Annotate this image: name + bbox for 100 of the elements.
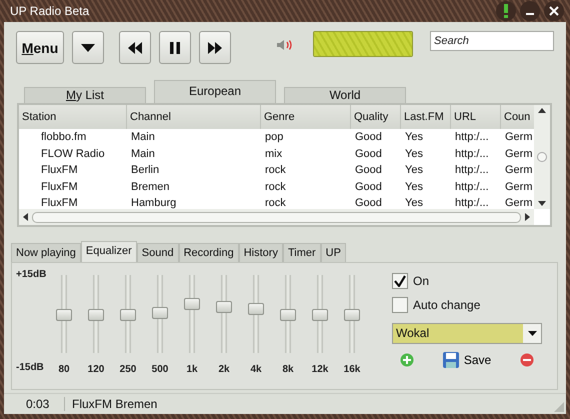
table-cell-text: pop	[264, 130, 284, 145]
list-tab[interactable]: World	[284, 87, 406, 103]
table-cell-text: FluxFM	[40, 180, 79, 194]
table-cell-text: Bremen	[130, 180, 171, 194]
slider-thumb[interactable]	[120, 309, 136, 321]
table-cell-text: rock	[264, 163, 287, 178]
table-cell-text: http:/...	[454, 163, 490, 178]
column-header[interactable]: Coun	[501, 105, 534, 129]
checkbox[interactable]	[392, 273, 408, 289]
table-cell-text: flobbo.fm	[40, 130, 88, 145]
panel-tab[interactable]: Equalizer	[80, 241, 137, 263]
menu-button[interactable]: Menu	[16, 31, 64, 64]
table-cell-text: http:/...	[454, 196, 490, 209]
rewind-button[interactable]	[119, 31, 151, 64]
pause-icon	[170, 42, 180, 54]
horizontal-scrollbar[interactable]	[19, 209, 534, 225]
table-cell-text: Good	[354, 130, 383, 145]
scale-label: -15dB	[16, 362, 45, 373]
remove-icon[interactable]	[520, 353, 534, 367]
slider-thumb[interactable]	[88, 309, 104, 321]
table-cell-text: FluxFM	[40, 196, 79, 209]
panel-tab[interactable]: Recording	[178, 243, 239, 262]
table-cell-text: rock	[264, 196, 287, 209]
window-title: UP Radio Beta	[10, 4, 90, 18]
table-cell-text: Germ	[504, 180, 534, 194]
scroll-left-icon	[23, 213, 28, 221]
caret-icon	[81, 44, 95, 52]
band-label: 80	[58, 364, 70, 375]
checkbox-label: Auto change	[413, 298, 480, 312]
band-label: 2k	[218, 364, 230, 375]
table-cell-text: rock	[264, 180, 287, 194]
slider-thumb[interactable]	[184, 298, 200, 310]
checkbox[interactable]	[392, 297, 408, 313]
column-header[interactable]: Last.FM	[401, 105, 451, 129]
table-cell-text: FLOW Radio	[40, 146, 106, 162]
caret-icon	[528, 331, 536, 336]
speaker-icon[interactable]	[277, 39, 293, 51]
table-cell-text: Good	[354, 146, 383, 162]
resize-grip-icon[interactable]	[554, 402, 564, 412]
panel-tab[interactable]: Sound	[136, 243, 179, 262]
table-cell-text: Germ	[504, 146, 534, 162]
table-cell-text: http:/...	[454, 180, 490, 194]
panel-tab[interactable]: Now playing	[11, 243, 81, 262]
panel-tab[interactable]: UP	[320, 243, 346, 262]
slider-thumb[interactable]	[312, 309, 328, 321]
table-cell-text: Berlin	[130, 163, 160, 178]
table-cell-text: Yes	[404, 196, 424, 209]
band-label: 16k	[344, 364, 360, 375]
table-cell-text: http:/...	[454, 146, 490, 162]
table-cell-text: Main	[130, 146, 156, 162]
panel-tab[interactable]: Timer	[282, 243, 321, 262]
status-icon[interactable]	[502, 4, 510, 18]
column-header[interactable]: Channel	[127, 105, 261, 129]
slider-thumb[interactable]	[344, 309, 360, 321]
scroll-down-icon	[538, 201, 546, 206]
table-cell-text: Yes	[404, 130, 424, 145]
rewind-icon	[128, 42, 142, 54]
column-header[interactable]: URL	[451, 105, 501, 129]
table-cell-text: Yes	[404, 180, 424, 194]
play-time: 0:03	[4, 397, 65, 411]
table-cell-text: Main	[130, 130, 156, 145]
slider-thumb[interactable]	[248, 302, 264, 315]
band-label: 120	[88, 364, 104, 375]
slider-thumb[interactable]	[56, 309, 72, 321]
slider-thumb[interactable]	[280, 309, 296, 321]
slider-thumb[interactable]	[152, 306, 168, 319]
current-station: FluxFM Bremen	[71, 397, 158, 411]
search-field[interactable]: Search	[430, 31, 554, 51]
save-button[interactable]: Save	[442, 352, 492, 368]
column-header[interactable]: Genre	[261, 105, 351, 129]
table-cell-text: Good	[354, 163, 383, 178]
add-icon[interactable]	[400, 353, 414, 367]
table-cell-text: Good	[354, 180, 383, 194]
checkbox-label: On	[413, 274, 430, 288]
fast-forward-button[interactable]	[199, 31, 231, 64]
fast-forward-icon	[208, 42, 222, 54]
table-cell-text: Yes	[404, 146, 424, 162]
column-header[interactable]: Quality	[351, 105, 401, 129]
table-cell-text: mix	[264, 146, 284, 162]
table-cell-text: FluxFM	[40, 163, 79, 178]
list-tab[interactable]: European	[154, 80, 276, 103]
band-label: 500	[152, 364, 168, 375]
panel-tab[interactable]: History	[238, 243, 283, 262]
dropdown-button[interactable]	[72, 31, 104, 64]
band-label: 250	[120, 364, 136, 375]
vertical-scrollbar[interactable]	[534, 105, 550, 209]
band-label: 12k	[312, 364, 328, 375]
band-label: 1k	[186, 364, 198, 375]
table-cell-text: Germ	[504, 130, 534, 145]
table-cell-text: Yes	[404, 163, 424, 178]
band-label: 4k	[250, 364, 262, 375]
column-header[interactable]: Station	[19, 105, 127, 129]
close-icon[interactable]	[549, 6, 559, 16]
band-label: 8k	[282, 364, 294, 375]
list-tab[interactable]: My List	[24, 87, 146, 103]
scale-label: +15dB	[16, 269, 48, 280]
preset-dropdown[interactable]: Wokal	[392, 323, 542, 344]
scroll-up-icon	[538, 108, 546, 113]
pause-button[interactable]	[159, 31, 191, 64]
slider-thumb[interactable]	[216, 300, 232, 313]
